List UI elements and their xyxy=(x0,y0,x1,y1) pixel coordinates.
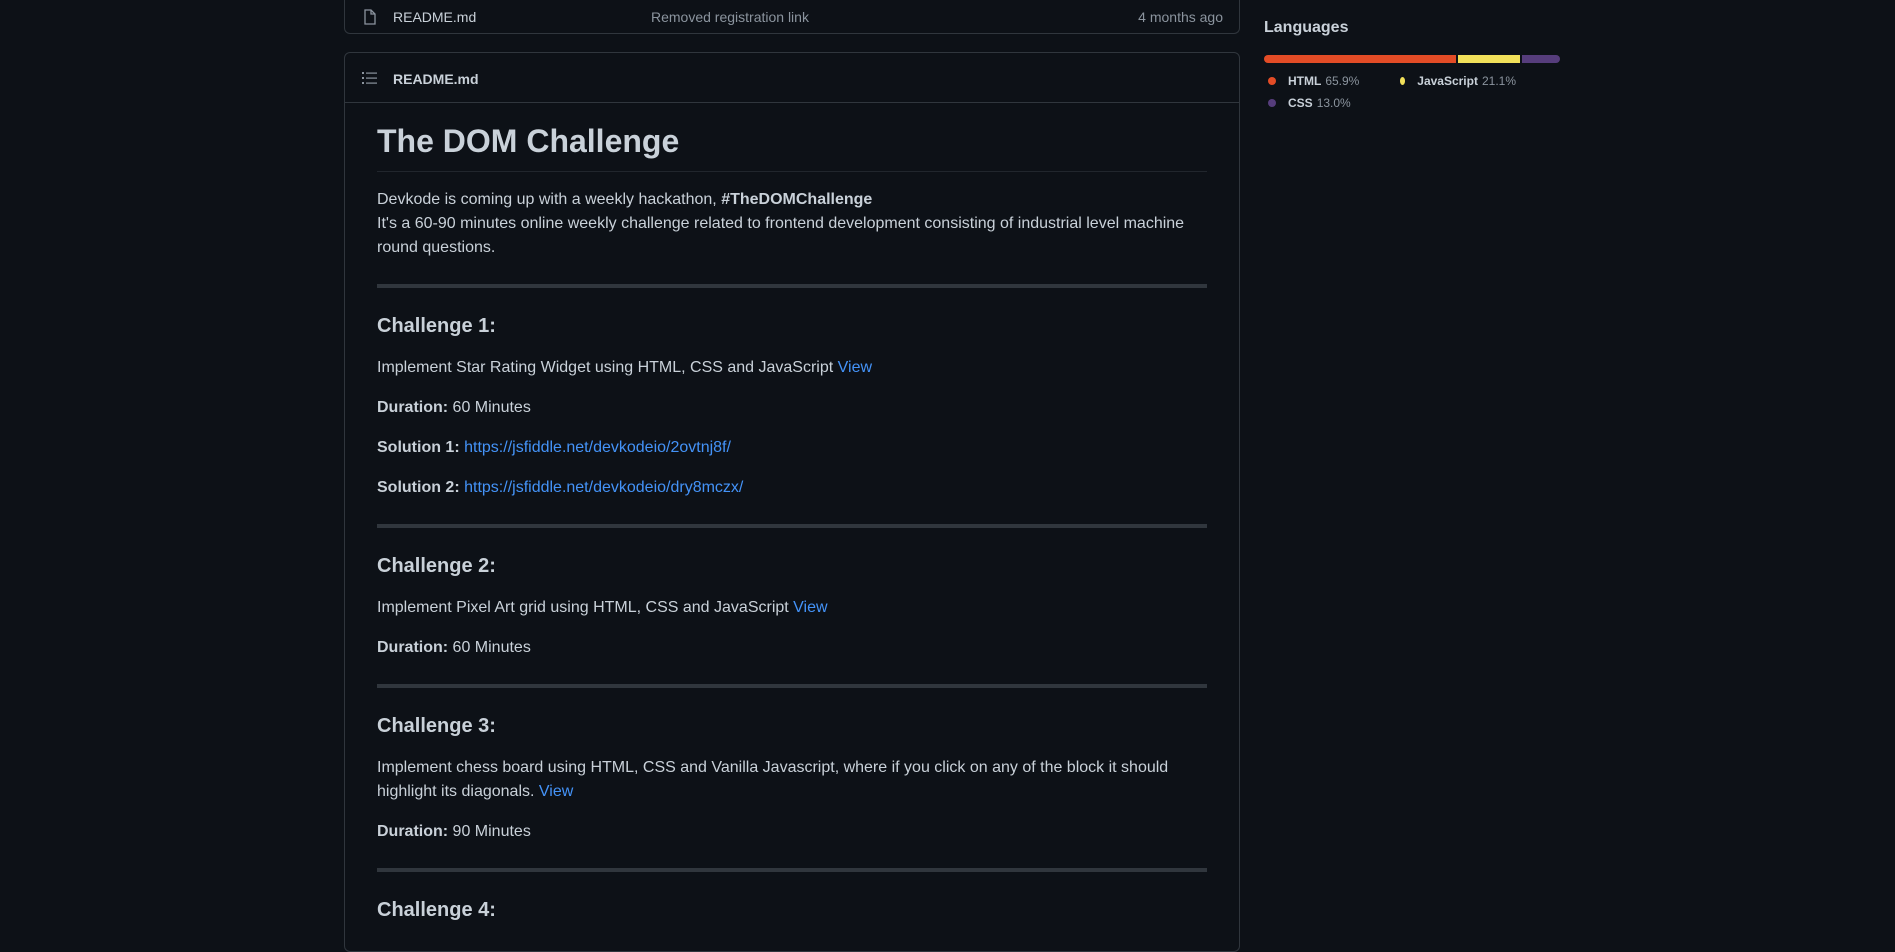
challenge-2-text: Implement Pixel Art grid using HTML, CSS… xyxy=(377,599,794,616)
language-percent: 65.9% xyxy=(1325,74,1360,88)
challenge-3-text: Implement chess board using HTML, CSS an… xyxy=(377,759,1169,800)
duration-label: Duration: xyxy=(377,823,449,840)
challenge-1-view-link[interactable]: View xyxy=(838,359,872,376)
language-dot-icon xyxy=(1268,77,1276,85)
challenge-2-view-link[interactable]: View xyxy=(793,599,827,616)
lang-bar-segment-css xyxy=(1522,55,1560,63)
languages-section: Languages HTML 65.9% JavaScript 21.1% CS… xyxy=(1264,19,1560,114)
file-name-link[interactable]: README.md xyxy=(393,9,476,25)
challenge-1-text: Implement Star Rating Widget using HTML,… xyxy=(377,359,838,376)
lang-bar-segment-html xyxy=(1264,55,1457,63)
challenge-4-heading: Challenge 4: xyxy=(377,899,496,921)
duration-label: Duration: xyxy=(377,399,449,416)
divider xyxy=(377,868,1207,872)
list-unordered-icon[interactable] xyxy=(362,71,378,90)
challenge-1-solution-2: Solution 2: https://jsfiddle.net/devkode… xyxy=(377,476,1207,500)
language-percent: 21.1% xyxy=(1481,74,1516,88)
languages-bar xyxy=(1264,55,1560,63)
language-name: HTML xyxy=(1288,74,1322,88)
language-name: CSS xyxy=(1288,96,1313,110)
solution-1-label: Solution 1: xyxy=(377,439,460,456)
commit-age: 4 months ago xyxy=(1138,9,1223,25)
challenge-1-description: Implement Star Rating Widget using HTML,… xyxy=(377,356,1207,380)
challenge-3-view-link[interactable]: View xyxy=(539,783,573,800)
solution-2-link[interactable]: https://jsfiddle.net/devkodeio/dry8mczx/ xyxy=(464,479,743,496)
divider xyxy=(377,284,1207,288)
language-dot-icon xyxy=(1268,99,1276,107)
readme-content: The DOM Challenge Devkode is coming up w… xyxy=(377,119,1207,940)
duration-value: 60 Minutes xyxy=(448,639,531,656)
readme-title-link[interactable]: README.md xyxy=(393,71,479,87)
challenge-1-duration: Duration: 60 Minutes xyxy=(377,396,1207,420)
language-item-javascript[interactable]: JavaScript 21.1% xyxy=(1396,70,1516,92)
languages-title: Languages xyxy=(1264,19,1349,36)
intro-hashtag: #TheDOMChallenge xyxy=(721,191,873,208)
file-row-readme[interactable]: README.md Removed registration link 4 mo… xyxy=(344,0,1240,34)
language-percent: 13.0% xyxy=(1316,96,1351,110)
language-dot-icon xyxy=(1400,77,1406,85)
duration-label: Duration: xyxy=(377,639,449,656)
language-item-html[interactable]: HTML 65.9% xyxy=(1264,70,1374,92)
readme-header: README.md xyxy=(345,53,1239,103)
language-item-css[interactable]: CSS 13.0% xyxy=(1264,92,1374,114)
languages-list: HTML 65.9% JavaScript 21.1% CSS 13.0% xyxy=(1264,70,1560,114)
divider xyxy=(377,524,1207,528)
solution-1-link[interactable]: https://jsfiddle.net/devkodeio/2ovtnj8f/ xyxy=(464,439,731,456)
language-name: JavaScript xyxy=(1417,74,1478,88)
intro-line2: It's a 60-90 minutes online weekly chall… xyxy=(377,215,1185,256)
intro-paragraph: Devkode is coming up with a weekly hacka… xyxy=(377,188,1207,260)
challenge-1-solution-1: Solution 1: https://jsfiddle.net/devkode… xyxy=(377,436,1207,460)
duration-value: 90 Minutes xyxy=(448,823,531,840)
duration-value: 60 Minutes xyxy=(448,399,531,416)
readme-container: README.md The DOM Challenge Devkode is c… xyxy=(344,52,1240,952)
challenge-2-heading: Challenge 2: xyxy=(377,555,496,577)
challenge-2-duration: Duration: 60 Minutes xyxy=(377,636,1207,660)
challenge-3-description: Implement chess board using HTML, CSS an… xyxy=(377,756,1207,804)
intro-text: Devkode is coming up with a weekly hacka… xyxy=(377,191,722,208)
solution-2-label: Solution 2: xyxy=(377,479,460,496)
file-icon xyxy=(363,9,377,30)
challenge-3-heading: Challenge 3: xyxy=(377,715,496,737)
page-title: The DOM Challenge xyxy=(377,119,1207,172)
commit-message-link[interactable]: Removed registration link xyxy=(651,9,809,25)
challenge-2-description: Implement Pixel Art grid using HTML, CSS… xyxy=(377,596,1207,620)
divider xyxy=(377,684,1207,688)
challenge-3-duration: Duration: 90 Minutes xyxy=(377,820,1207,844)
lang-bar-segment-javascript xyxy=(1458,55,1521,63)
challenge-1-heading: Challenge 1: xyxy=(377,315,496,337)
